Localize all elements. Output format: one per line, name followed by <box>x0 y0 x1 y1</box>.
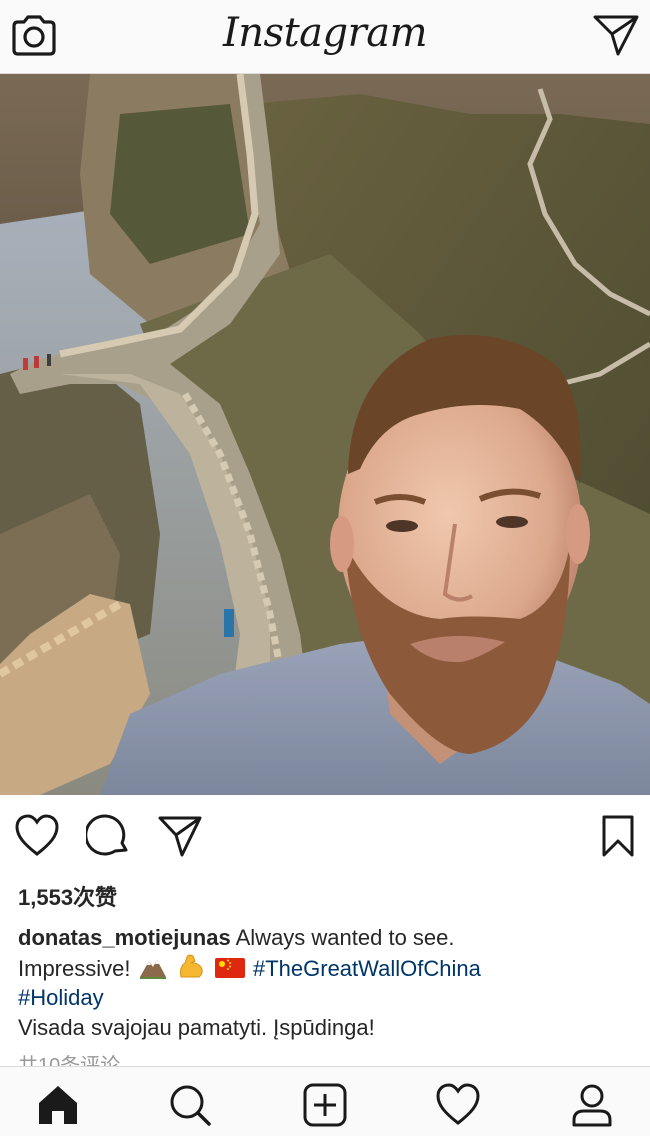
caption-username[interactable]: donatas_motiejunas <box>18 925 231 950</box>
bottom-tab-bar <box>0 1066 650 1136</box>
caption-text-1: Always wanted to see. <box>235 925 455 950</box>
bookmark-icon[interactable] <box>598 814 638 858</box>
comment-bubble-icon[interactable] <box>86 814 132 858</box>
activity-heart-icon[interactable] <box>436 1083 480 1127</box>
likes-count[interactable]: 1,553次赞 <box>18 880 117 912</box>
paper-plane-icon[interactable] <box>592 13 640 57</box>
search-icon[interactable] <box>168 1083 212 1127</box>
post-caption: donatas_motiejunas Always wanted to see.… <box>18 923 618 1042</box>
heart-icon[interactable] <box>14 814 60 858</box>
flexed-biceps-emoji <box>179 954 203 977</box>
instagram-logo: Instagram <box>222 10 428 56</box>
china-flag-emoji <box>214 957 245 978</box>
caption-text-3: Visada svajojau pamatyti. Įspūdinga! <box>18 1014 375 1040</box>
view-comments-link[interactable]: 共10条评论 <box>18 1052 120 1067</box>
paper-plane-icon[interactable] <box>157 814 203 858</box>
mountain-emoji <box>139 959 166 979</box>
hashtag-holiday[interactable]: #Holiday <box>18 985 104 1010</box>
hashtag-great-wall[interactable]: #TheGreatWallOfChina <box>253 956 481 981</box>
profile-person-icon[interactable] <box>570 1083 614 1127</box>
post-photo[interactable] <box>0 74 650 795</box>
great-wall-selfie-image <box>0 74 650 795</box>
home-icon[interactable] <box>36 1083 80 1127</box>
plus-square-icon[interactable] <box>303 1083 347 1127</box>
post-actions-row <box>0 808 650 868</box>
caption-text-2: Impressive! <box>18 955 131 981</box>
top-navigation-bar: Instagram <box>0 0 650 74</box>
